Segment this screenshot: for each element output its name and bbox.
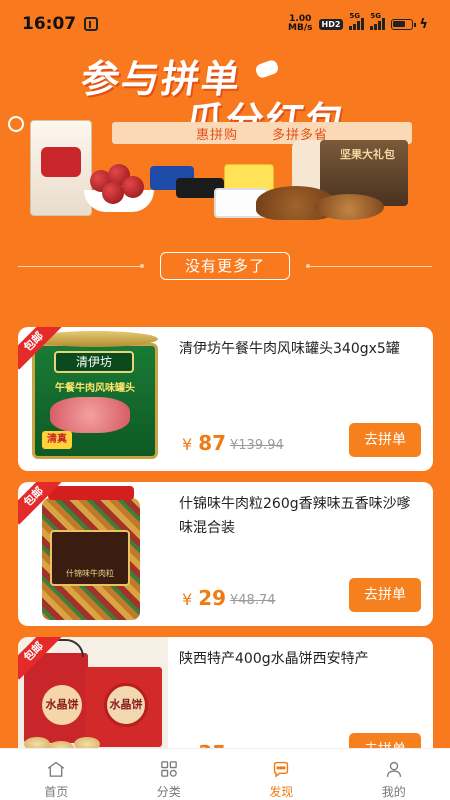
end-of-list-divider: 没有更多了	[18, 252, 433, 280]
tab-profile[interactable]: 我的	[338, 749, 450, 800]
home-icon	[48, 761, 65, 777]
can-brand-label: 清伊坊	[54, 351, 134, 373]
tab-category-label: 分类	[156, 785, 181, 799]
bottom-tab-bar: 首页 分类 发现 我的	[0, 748, 450, 800]
gift-circle-label: 水晶饼	[104, 683, 148, 727]
hd-badge: HD2	[318, 18, 344, 30]
pecans-image	[314, 194, 384, 220]
jar-label: 什锦味牛肉粒	[50, 530, 130, 586]
promo-banner[interactable]: 参与拼单 瓜分红包 惠拼购 多拼多省 坚果大礼包	[0, 40, 450, 240]
hd-label: HD	[321, 19, 335, 29]
milk-candy-bag-image	[30, 120, 92, 216]
canned-beef-image: 清伊坊 午餐牛肉风味罐头 清真	[26, 331, 160, 467]
notification-app-icon	[84, 17, 99, 31]
profile-icon	[386, 761, 401, 777]
original-price: ¥48.74	[230, 593, 276, 608]
tab-home-label: 首页	[44, 785, 69, 799]
signal-icon-1: 5G	[349, 12, 365, 30]
network-speed-unit: MB/s	[288, 23, 313, 33]
divider-line-right	[306, 263, 433, 268]
network-speed: 1.00 MB/s	[288, 15, 312, 33]
product-title[interactable]: 陕西特产400g水晶饼西安特产	[179, 647, 419, 671]
no-more-label: 没有更多了	[160, 252, 291, 280]
status-time: 16:07	[22, 14, 77, 34]
original-price: ¥139.94	[230, 438, 284, 453]
join-group-buy-button[interactable]: 去拼单	[349, 423, 421, 457]
red-dates-image	[86, 164, 150, 218]
banner-product-illustration: 坚果大礼包	[24, 120, 434, 220]
battery-icon	[391, 18, 417, 30]
group-price: ¥87	[182, 431, 226, 455]
price-symbol: ¥	[182, 435, 193, 454]
product-image[interactable]: 包邮 清伊坊 午餐牛肉风味罐头 清真	[18, 327, 168, 471]
price-symbol: ¥	[182, 590, 193, 609]
red-packet-decoration-icon	[254, 58, 280, 80]
divider-line-left	[18, 263, 144, 268]
product-card[interactable]: 包邮 什锦味牛肉粒 什锦味牛肉粒260g香辣味五香味沙嗲味混合装 ¥29 ¥48…	[18, 482, 433, 626]
product-title[interactable]: 什锦味牛肉粒260g香辣味五香味沙嗲味混合装	[179, 492, 419, 540]
join-group-buy-button[interactable]: 去拼单	[349, 578, 421, 612]
discover-icon	[274, 761, 289, 778]
tab-profile-label: 我的	[381, 785, 406, 799]
gift-box-label: 坚果大礼包	[340, 148, 395, 161]
signal-label-2: 5G	[370, 12, 382, 20]
hd-sub: 2	[334, 19, 341, 29]
signal-icon-2: 5G	[370, 12, 386, 30]
product-card[interactable]: 包邮 清伊坊 午餐牛肉风味罐头 清真 清伊坊午餐牛肉风味罐头340gx5罐 ¥8…	[18, 327, 433, 471]
group-price: ¥29	[182, 586, 226, 610]
tab-discover[interactable]: 发现	[225, 749, 338, 800]
charging-icon: ϟ	[419, 16, 428, 32]
can-product-label: 午餐牛肉风味罐头	[55, 383, 135, 394]
beef-jerky-jar-image: 什锦味牛肉粒	[36, 486, 146, 622]
halal-tag: 清真	[42, 431, 72, 449]
tab-discover-label: 发现	[269, 785, 294, 799]
product-image[interactable]: 包邮 什锦味牛肉粒	[18, 482, 168, 626]
price-value: 87	[198, 431, 227, 455]
status-indicators: 1.00 MB/s HD2 5G 5G ϟ	[288, 12, 428, 33]
price-value: 29	[198, 586, 227, 610]
category-icon	[160, 761, 177, 777]
gift-box-label: 水晶饼	[42, 685, 82, 725]
tab-category[interactable]: 分类	[113, 749, 226, 800]
tab-home[interactable]: 首页	[0, 749, 113, 800]
product-title[interactable]: 清伊坊午餐牛肉风味罐头340gx5罐	[179, 337, 419, 361]
signal-label-1: 5G	[349, 12, 361, 20]
